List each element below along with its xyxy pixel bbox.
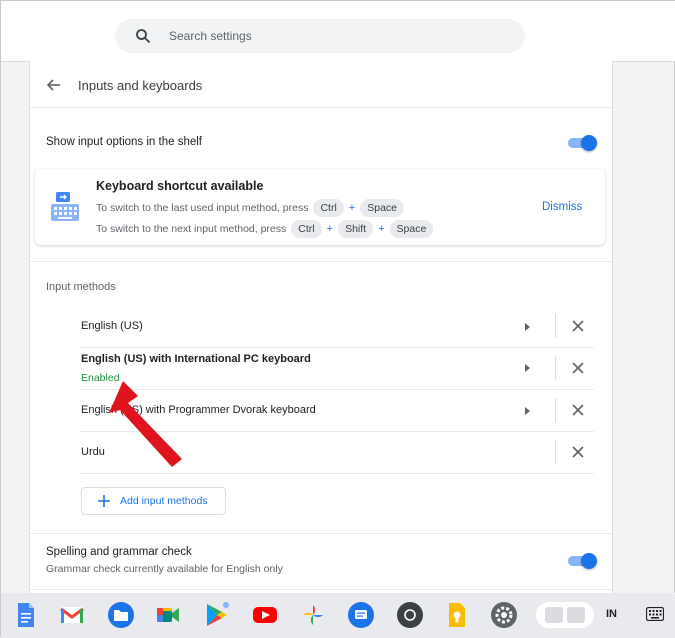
plus-sign: + <box>378 223 385 235</box>
ime-indicator[interactable]: IN <box>606 608 617 620</box>
key-ctrl: Ctrl <box>313 199 344 217</box>
messages-app-icon[interactable] <box>347 601 375 629</box>
divider <box>30 107 612 108</box>
divider <box>555 356 556 380</box>
gmail-app-icon[interactable] <box>58 601 86 629</box>
divider <box>30 261 612 262</box>
close-icon[interactable] <box>572 446 584 458</box>
divider <box>555 314 556 338</box>
search-placeholder: Search settings <box>169 29 252 43</box>
key-space: Space <box>360 199 405 217</box>
keyboard-icon[interactable] <box>646 607 664 621</box>
divider <box>555 440 556 464</box>
divider <box>30 533 612 534</box>
input-methods-section-label: Input methods <box>46 281 116 293</box>
divider <box>80 473 594 474</box>
shelf-option-toggle[interactable] <box>568 135 597 151</box>
plus-sign: + <box>348 202 356 214</box>
key-ctrl: Ctrl <box>291 220 322 238</box>
spelling-sub: Grammar check currently available for En… <box>46 563 283 575</box>
chevron-right-icon[interactable] <box>523 322 531 332</box>
youtube-app-icon[interactable] <box>251 601 279 629</box>
search-field[interactable]: Search settings <box>115 19 525 53</box>
play-store-app-icon[interactable] <box>202 601 230 629</box>
shortcut-card-title: Keyboard shortcut available <box>96 179 264 193</box>
input-method-row[interactable]: English (US) with International PC keybo… <box>80 347 594 389</box>
key-space: Space <box>389 220 434 238</box>
generic-app-icon[interactable] <box>396 601 424 629</box>
settings-panel: Inputs and keyboards Show input options … <box>29 61 613 593</box>
docs-app-icon[interactable] <box>11 601 39 629</box>
spelling-label: Spelling and grammar check <box>46 546 192 558</box>
chevron-right-icon[interactable] <box>523 363 531 373</box>
add-input-methods-button[interactable]: Add input methods <box>81 487 226 515</box>
hint-last-text: To switch to the last used input method,… <box>96 202 309 214</box>
meet-app-icon[interactable] <box>154 601 182 629</box>
spelling-toggle[interactable] <box>568 553 597 569</box>
files-app-icon[interactable] <box>107 601 135 629</box>
back-arrow-icon[interactable] <box>46 77 62 93</box>
shelf: IN <box>1 593 675 638</box>
search-icon <box>136 29 151 44</box>
chevron-right-icon[interactable] <box>523 406 531 416</box>
close-icon[interactable] <box>572 362 584 374</box>
shortcut-card: Keyboard shortcut available To switch to… <box>35 169 605 245</box>
shelf-option-label: Show input options in the shelf <box>46 136 202 148</box>
input-method-status: Enabled <box>81 372 120 384</box>
input-method-row[interactable]: English (US) <box>80 305 594 347</box>
add-input-methods-label: Add input methods <box>120 495 208 507</box>
input-method-name: English (US) <box>81 320 143 332</box>
keyboard-switch-icon <box>51 192 79 221</box>
divider <box>30 589 612 590</box>
close-icon[interactable] <box>572 404 584 416</box>
input-method-name: English (US) with International PC keybo… <box>81 353 311 365</box>
input-method-row[interactable]: Urdu <box>80 431 594 473</box>
hint-next-input: To switch to the next input method, pres… <box>96 220 434 238</box>
key-shift: Shift <box>338 220 374 238</box>
divider <box>555 398 556 422</box>
hint-next-text: To switch to the next input method, pres… <box>96 223 287 235</box>
plus-icon <box>98 495 110 507</box>
keep-app-icon[interactable] <box>442 601 470 629</box>
photos-app-icon[interactable] <box>299 601 327 629</box>
top-bar: Search settings <box>1 1 675 62</box>
settings-app-icon[interactable] <box>490 601 518 629</box>
page-title: Inputs and keyboards <box>78 78 203 93</box>
close-icon[interactable] <box>572 320 584 332</box>
dismiss-button[interactable]: Dismiss <box>542 201 582 213</box>
input-method-row[interactable]: English (US) with Programmer Dvorak keyb… <box>80 389 594 431</box>
tray-windows[interactable] <box>536 602 594 628</box>
plus-sign: + <box>326 223 334 235</box>
input-method-name: Urdu <box>81 446 105 458</box>
input-method-name: English (US) with Programmer Dvorak keyb… <box>81 404 316 416</box>
hint-last-input: To switch to the last used input method,… <box>96 199 405 217</box>
